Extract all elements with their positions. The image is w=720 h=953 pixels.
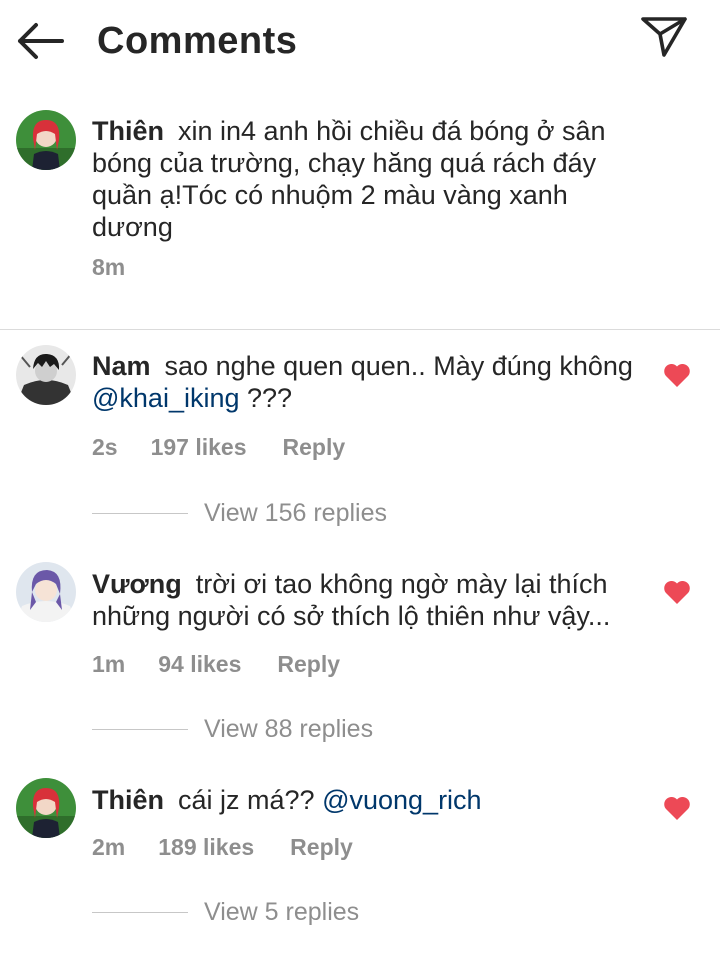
view-replies-label: View 5 replies <box>204 898 360 926</box>
heart-icon <box>664 580 690 604</box>
comment-username[interactable]: Nam <box>92 351 151 381</box>
reply-button[interactable]: Reply <box>290 834 353 861</box>
comment-body: cái jz má?? <box>178 785 315 815</box>
divider <box>92 513 188 514</box>
view-replies-button[interactable]: View 156 replies <box>92 499 387 529</box>
back-button[interactable] <box>14 18 66 64</box>
mention-link[interactable]: @khai_iking <box>92 383 240 413</box>
comment-body: sao nghe quen quen.. Mày đúng không <box>164 351 633 381</box>
comment-text-block: Vương trời ơi tao không ngờ mày lại thích… <box>92 568 652 632</box>
likes-count[interactable]: 94 likes <box>158 651 241 678</box>
reply-button[interactable]: Reply <box>277 651 340 678</box>
likes-count[interactable]: 197 likes <box>151 434 247 461</box>
comment-text-block: Thiên cái jz má?? @vuong_rich <box>92 784 652 816</box>
caption-body: xin in4 anh hồi chiều đá bóng ở sân bóng… <box>92 116 606 242</box>
comment-timestamp: 2m <box>92 834 126 860</box>
comment-avatar[interactable] <box>16 778 76 838</box>
heart-icon <box>664 796 690 820</box>
likes-count[interactable]: 189 likes <box>158 834 254 861</box>
comment-meta: 1m 94 likes Reply <box>92 651 340 678</box>
comment-meta: 2s 197 likes Reply <box>92 434 345 461</box>
page-title: Comments <box>97 20 298 62</box>
like-button[interactable] <box>663 579 691 605</box>
caption-username[interactable]: Thiên <box>92 116 164 146</box>
comment-meta: 2m 189 likes Reply <box>92 834 353 861</box>
header-bar: Comments <box>0 0 720 84</box>
comment-avatar[interactable] <box>16 562 76 622</box>
comment-timestamp: 1m <box>92 651 126 677</box>
comment-timestamp: 2s <box>92 434 118 460</box>
paper-plane-icon <box>641 17 687 57</box>
comment-text-block: Nam sao nghe quen quen.. Mày đúng không @… <box>92 350 652 414</box>
divider <box>92 729 188 730</box>
comment-suffix: ??? <box>239 383 293 413</box>
caption-text-block: Thiên xin in4 anh hồi chiều đá bóng ở sân… <box>92 115 632 243</box>
like-button[interactable] <box>663 362 691 388</box>
comment-username[interactable]: Thiên <box>92 785 164 815</box>
arrow-left-icon <box>18 23 64 59</box>
view-replies-label: View 156 replies <box>204 499 387 527</box>
share-button[interactable] <box>638 14 690 60</box>
divider <box>92 912 188 913</box>
view-replies-button[interactable]: View 5 replies <box>92 898 359 928</box>
caption-timestamp: 8m <box>92 254 126 280</box>
like-button[interactable] <box>663 795 691 821</box>
view-replies-button[interactable]: View 88 replies <box>92 715 373 745</box>
heart-icon <box>664 363 690 387</box>
comment-username[interactable]: Vương <box>92 569 182 599</box>
comment-avatar[interactable] <box>16 345 76 405</box>
avatar <box>16 778 76 838</box>
avatar <box>16 345 76 405</box>
mention-link[interactable]: @vuong_rich <box>322 785 482 815</box>
reply-button[interactable]: Reply <box>283 434 346 461</box>
avatar <box>16 110 76 170</box>
avatar <box>16 562 76 622</box>
divider <box>0 329 720 330</box>
caption-avatar[interactable] <box>16 110 76 170</box>
view-replies-label: View 88 replies <box>204 715 374 743</box>
caption-meta: 8m <box>92 254 125 281</box>
